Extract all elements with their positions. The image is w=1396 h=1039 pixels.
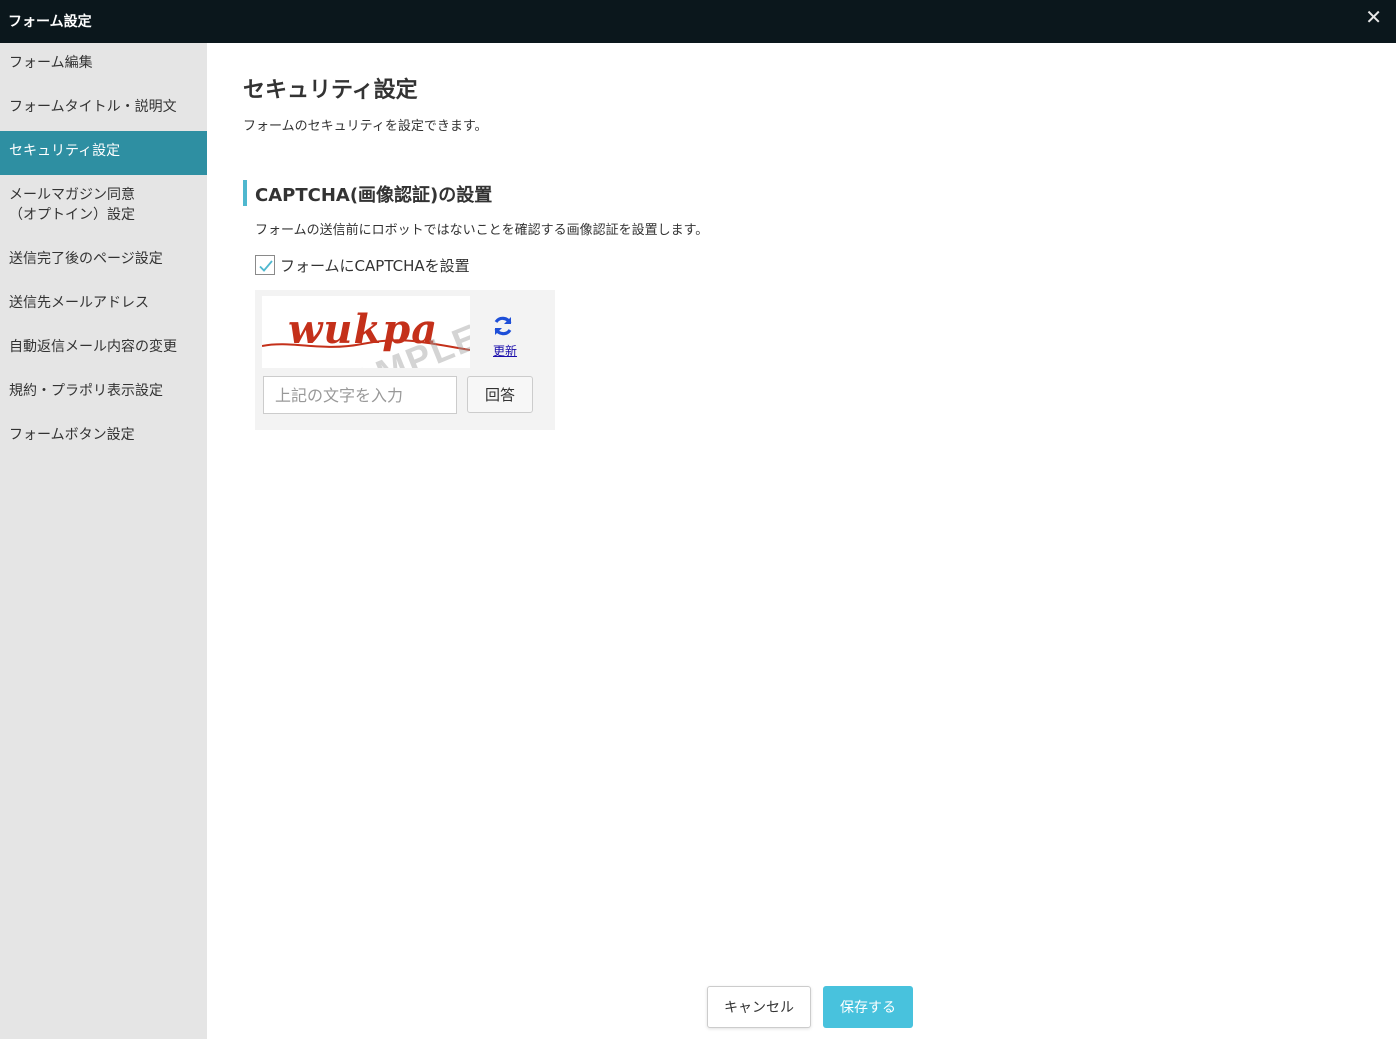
captcha-widget: wukpa SAMPLE 更新 回答 xyxy=(255,290,555,430)
window-title: フォーム設定 xyxy=(8,14,92,30)
sidebar-item-label: フォーム編集 xyxy=(9,55,93,71)
sidebar-item-label: 送信完了後のページ設定 xyxy=(9,251,163,267)
sidebar-item-label: 自動返信メール内容の変更 xyxy=(9,339,177,355)
sidebar-item-label: セキュリティ設定 xyxy=(9,143,121,159)
sidebar-item-terms[interactable]: 規約・プラポリ表示設定 xyxy=(0,381,207,403)
sidebar-item-label: 送信先メールアドレス xyxy=(9,295,149,311)
main-panel: セキュリティ設定 フォームのセキュリティを設定できます。 CAPTCHA(画像認… xyxy=(207,43,1396,1039)
title-bar: フォーム設定 ✕ xyxy=(0,0,1396,43)
sidebar-item-label: メールマガジン同意 （オプトイン）設定 xyxy=(9,187,135,223)
captcha-answer-input[interactable] xyxy=(263,376,457,414)
sidebar-item-optin[interactable]: メールマガジン同意 （オプトイン）設定 xyxy=(0,185,207,229)
sidebar-item-form-button[interactable]: フォームボタン設定 xyxy=(0,425,207,447)
page-description: フォームのセキュリティを設定できます。 xyxy=(243,119,488,134)
sidebar-item-label: フォームボタン設定 xyxy=(9,427,135,443)
section-description: フォームの送信前にロボットではないことを確認する画像認証を設置します。 xyxy=(255,223,709,238)
cancel-button[interactable]: キャンセル xyxy=(707,986,811,1028)
sidebar: フォーム編集 フォームタイトル・説明文 セキュリティ設定 メールマガジン同意 （… xyxy=(0,43,207,1039)
captcha-checkbox[interactable] xyxy=(255,255,275,275)
refresh-icon xyxy=(494,316,512,336)
sidebar-item-form-edit[interactable]: フォーム編集 xyxy=(0,53,207,75)
sidebar-item-thanks-page[interactable]: 送信完了後のページ設定 xyxy=(0,249,207,271)
sidebar-item-security[interactable]: セキュリティ設定 xyxy=(0,131,207,175)
sidebar-item-label: フォームタイトル・説明文 xyxy=(9,99,177,115)
sidebar-item-form-title[interactable]: フォームタイトル・説明文 xyxy=(0,97,207,119)
sidebar-item-recipient[interactable]: 送信先メールアドレス xyxy=(0,293,207,315)
section-accent-bar xyxy=(243,180,247,206)
refresh-label[interactable]: 更新 xyxy=(493,342,517,359)
captcha-answer-button[interactable]: 回答 xyxy=(467,376,533,413)
checkmark-icon xyxy=(259,260,273,272)
section-title: CAPTCHA(画像認証)の設置 xyxy=(255,185,493,206)
captcha-image: wukpa SAMPLE xyxy=(262,296,470,368)
sidebar-item-label: 規約・プラポリ表示設定 xyxy=(9,383,163,399)
page-title: セキュリティ設定 xyxy=(243,78,418,103)
sidebar-item-autoreply[interactable]: 自動返信メール内容の変更 xyxy=(0,337,207,359)
save-button[interactable]: 保存する xyxy=(823,986,913,1028)
close-icon[interactable]: ✕ xyxy=(1365,7,1382,27)
captcha-refresh-button[interactable]: 更新 xyxy=(491,314,519,358)
captcha-checkbox-label[interactable]: フォームにCAPTCHAを設置 xyxy=(280,255,470,276)
